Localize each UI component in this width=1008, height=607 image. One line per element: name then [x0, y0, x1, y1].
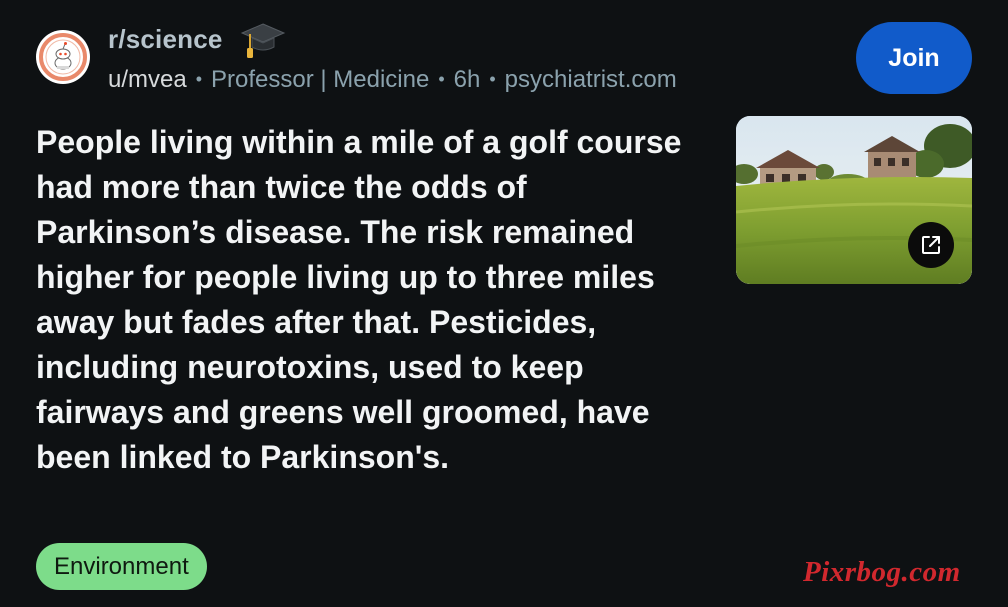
subreddit-avatar-icon[interactable]	[36, 30, 90, 84]
subreddit-name[interactable]: r/science	[108, 24, 223, 55]
graduation-cap-icon	[240, 18, 286, 62]
author-flair: Professor | Medicine	[211, 66, 430, 93]
post-card[interactable]: r/science u/mvea • Professor | Medicine • 6h…	[0, 0, 1008, 607]
external-link-icon[interactable]	[908, 222, 954, 268]
separator-dot: •	[489, 69, 496, 89]
post-title[interactable]: People living within a mile of a golf co…	[36, 120, 696, 480]
separator-dot: •	[195, 69, 203, 89]
post-meta: u/mvea • Professor | Medicine • 6h • psychiatr…	[108, 66, 677, 94]
post-domain[interactable]: psychiatrist.com	[505, 66, 677, 93]
author-link[interactable]: u/mvea	[108, 66, 187, 93]
watermark-text: Pixrbog.com	[803, 556, 961, 588]
post-flair-badge[interactable]: Environment	[36, 543, 207, 590]
post-age: 6h	[453, 66, 481, 93]
join-button[interactable]: Join	[856, 22, 972, 94]
separator-dot: •	[438, 69, 445, 89]
